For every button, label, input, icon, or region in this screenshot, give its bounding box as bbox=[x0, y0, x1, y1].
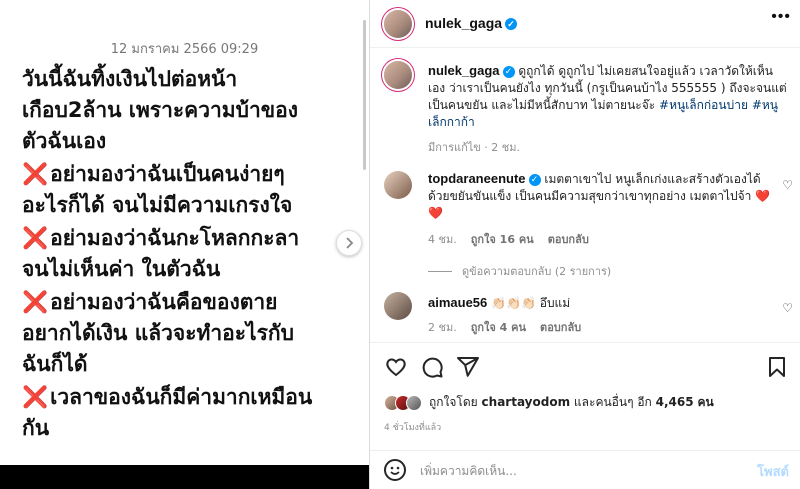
comment-username[interactable]: topdaraneenute bbox=[428, 171, 526, 186]
comment-time: 4 ชม. bbox=[428, 233, 457, 246]
caption: nulek_gaga ✓ ดูถูกได้ ดูถูกไป ไม่เคยสนใจอ… bbox=[428, 62, 788, 131]
commenter-avatar[interactable] bbox=[384, 292, 412, 320]
comment-icon[interactable] bbox=[420, 355, 444, 379]
note-timestamp: 12 มกราคม 2566 09:29 bbox=[110, 42, 259, 57]
note-line-text: จนไม่เห็นค่า ในตัวฉัน bbox=[22, 257, 221, 281]
next-image-button[interactable] bbox=[336, 230, 362, 256]
comment-input[interactable]: เพิ่มความคิดเห็น... bbox=[420, 462, 517, 481]
red-x-icon: ❌ bbox=[22, 385, 49, 409]
post-sidebar: nulek_gaga ✓ ••• nulek_gaga ✓ ดูถูกได้ ดูถ… bbox=[369, 0, 800, 489]
comment-text: 👏🏻👏🏻👏🏻 อึบแม่ bbox=[491, 296, 571, 310]
note-line: ❌อย่ามองว่าฉันกะโหลกกะลา bbox=[22, 223, 352, 254]
emoji-icon[interactable] bbox=[384, 459, 406, 481]
note-line: อยากได้เงิน แล้วจะทำอะไรกับ bbox=[22, 318, 352, 349]
note-paragraph: ❌เวลาของฉันก็มีค่ามากเหมือน กัน bbox=[22, 382, 352, 444]
caption-avatar[interactable] bbox=[384, 61, 412, 89]
comment-username[interactable]: aimaue56 bbox=[428, 295, 487, 310]
post-image-panel: 12 มกราคม 2566 09:29 วันนี้ฉันทิ้งเงินไป… bbox=[0, 0, 369, 489]
note-line: ❌เวลาของฉันก็มีค่ามากเหมือน bbox=[22, 382, 352, 413]
note-scrollbar bbox=[363, 20, 366, 170]
like-comment-heart-icon[interactable]: ♡ bbox=[782, 178, 793, 192]
share-icon[interactable] bbox=[456, 355, 480, 379]
likes-summary: ถูกใจโดย chartayodom และคนอื่นๆ อีก 4,46… bbox=[384, 393, 714, 412]
note-line: ❌อย่ามองว่าฉันคือของตาย bbox=[22, 287, 352, 318]
comment-bar: เพิ่มความคิดเห็น... โพสต์ bbox=[370, 450, 800, 489]
note-line-text: อะไรก็ได้ จนไม่มีความเกรงใจ bbox=[22, 193, 293, 217]
comment-likes[interactable]: ถูกใจ 16 คน bbox=[471, 233, 534, 246]
comment-meta: 2 ชม. ถูกใจ 4 คน ตอบกลับ bbox=[428, 318, 595, 336]
note-line: อะไรก็ได้ จนไม่มีความเกรงใจ bbox=[22, 190, 352, 221]
note-paragraph: ❌อย่ามองว่าฉันเป็นคนง่ายๆอะไรก็ได้ จนไม่… bbox=[22, 159, 352, 221]
red-x-icon: ❌ bbox=[22, 226, 49, 250]
smiley-face-icon bbox=[390, 466, 400, 475]
liker-username[interactable]: chartayodom bbox=[482, 395, 571, 409]
verified-icon: ✓ bbox=[528, 174, 541, 186]
red-x-icon: ❌ bbox=[22, 290, 49, 314]
note-line-text: กัน bbox=[22, 416, 50, 440]
likes-unit: คน bbox=[697, 395, 714, 409]
likes-prefix: ถูกใจโดย bbox=[429, 395, 478, 409]
post-actions bbox=[370, 342, 800, 390]
note-line-text: อย่ามองว่าฉันเป็นคนง่ายๆ bbox=[50, 162, 285, 186]
note-line-text: ตัวฉันเอง bbox=[22, 129, 107, 153]
note-line: กัน bbox=[22, 413, 352, 444]
note-image: 12 มกราคม 2566 09:29 วันนี้ฉันทิ้งเงินไป… bbox=[0, 0, 369, 465]
more-options-icon[interactable]: ••• bbox=[771, 8, 791, 26]
likes-suffix: และคนอื่นๆ อีก bbox=[573, 395, 652, 409]
red-x-icon: ❌ bbox=[22, 162, 49, 186]
post-header: nulek_gaga ✓ ••• bbox=[370, 0, 800, 48]
note-line-text: อย่ามองว่าฉันคือของตาย bbox=[50, 290, 278, 314]
reply-button[interactable]: ตอบกลับ bbox=[540, 321, 581, 334]
view-replies-button[interactable]: ดูข้อความตอบกลับ (2 รายการ) bbox=[428, 262, 611, 280]
note-paragraph: ❌อย่ามองว่าฉันคือของตายอยากได้เงิน แล้วจ… bbox=[22, 287, 352, 380]
caption-username[interactable]: nulek_gaga bbox=[428, 63, 500, 78]
comment-meta: 4 ชม. ถูกใจ 16 คน ตอบกลับ bbox=[428, 230, 603, 248]
commenter-avatar[interactable] bbox=[384, 171, 412, 199]
comments-section: nulek_gaga ✓ ดูถูกได้ ดูถูกไป ไม่เคยสนใจอ… bbox=[370, 49, 800, 341]
hashtag-link[interactable]: #หนูเล็กก่อนบ่าย bbox=[659, 98, 748, 112]
likes-count[interactable]: 4,465 bbox=[656, 395, 694, 409]
note-line-text: เกือบ2ล้าน เพราะความบ้าของ bbox=[22, 98, 298, 122]
view-replies-label[interactable]: ดูข้อความตอบกลับ (2 รายการ) bbox=[462, 265, 611, 278]
avatar[interactable] bbox=[384, 10, 412, 38]
like-comment-heart-icon[interactable]: ♡ bbox=[782, 301, 793, 315]
note-line: จนไม่เห็นค่า ในตัวฉัน bbox=[22, 254, 352, 285]
comment-likes[interactable]: ถูกใจ 4 คน bbox=[471, 321, 526, 334]
note-paragraph: วันนี้ฉันทิ้งเงินไปต่อหน้าเกือบ2ล้าน เพร… bbox=[22, 64, 352, 157]
note-line: ❌อย่ามองว่าฉันเป็นคนง่ายๆ bbox=[22, 159, 352, 190]
reply-button[interactable]: ตอบกลับ bbox=[548, 233, 589, 246]
note-text: วันนี้ฉันทิ้งเงินไปต่อหน้าเกือบ2ล้าน เพร… bbox=[22, 64, 352, 446]
note-line-text: เวลาของฉันก็มีค่ามากเหมือน bbox=[50, 385, 313, 409]
note-line: ฉันก็ได้ bbox=[22, 349, 352, 380]
note-line: ตัวฉันเอง bbox=[22, 126, 352, 157]
note-line-text: วันนี้ฉันทิ้งเงินไปต่อหน้า bbox=[22, 67, 238, 91]
comment-item: topdaraneenute ✓ เมตตาเขาไป หนูเล็กเก่งแล… bbox=[428, 170, 773, 222]
note-line-text: ฉันก็ได้ bbox=[22, 352, 88, 376]
post-time[interactable]: 4 ชั่วโมงที่แล้ว bbox=[384, 420, 441, 434]
comment-item: aimaue56 👏🏻👏🏻👏🏻 อึบแม่ bbox=[428, 294, 773, 312]
post-button[interactable]: โพสต์ bbox=[757, 461, 789, 482]
post-author[interactable]: nulek_gaga ✓ bbox=[425, 15, 518, 31]
verified-icon: ✓ bbox=[502, 66, 515, 78]
bookmark-icon[interactable] bbox=[765, 355, 789, 379]
verified-icon: ✓ bbox=[505, 18, 518, 30]
note-line: วันนี้ฉันทิ้งเงินไปต่อหน้า bbox=[22, 64, 352, 95]
divider bbox=[428, 271, 452, 272]
likes-text[interactable]: ถูกใจโดย chartayodom และคนอื่นๆ อีก 4,46… bbox=[429, 393, 714, 412]
note-paragraph: ❌อย่ามองว่าฉันกะโหลกกะลาจนไม่เห็นค่า ในต… bbox=[22, 223, 352, 285]
username[interactable]: nulek_gaga bbox=[425, 15, 502, 31]
liker-avatar bbox=[406, 394, 422, 411]
like-heart-icon[interactable] bbox=[384, 355, 408, 379]
note-line: เกือบ2ล้าน เพราะความบ้าของ bbox=[22, 95, 352, 126]
note-line-text: อยากได้เงิน แล้วจะทำอะไรกับ bbox=[22, 321, 294, 345]
comment-time: 2 ชม. bbox=[428, 321, 457, 334]
caption-edited: มีการแก้ไข · 2 ชม. bbox=[428, 141, 520, 154]
chevron-right-icon bbox=[346, 237, 354, 249]
note-line-text: อย่ามองว่าฉันกะโหลกกะลา bbox=[50, 226, 300, 250]
